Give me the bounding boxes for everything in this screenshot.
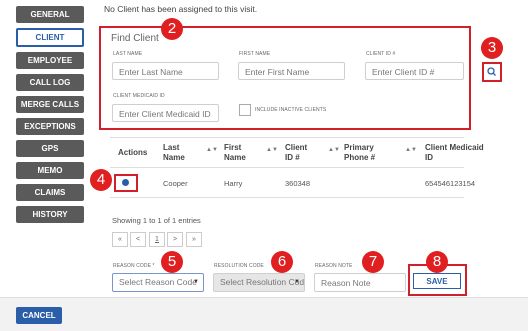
pagination-prev[interactable]: < xyxy=(130,232,146,247)
resolution-code-select[interactable]: Select Resolution Code ▼ xyxy=(213,273,305,292)
reason-note-input[interactable]: Reason Note xyxy=(314,273,406,292)
callout-badge: 3 xyxy=(481,37,503,59)
last-name-input[interactable]: Enter Last Name xyxy=(112,62,219,80)
col-header-actions: Actions xyxy=(118,148,148,157)
callout-badge: 7 xyxy=(362,251,384,273)
search-button[interactable] xyxy=(482,62,502,82)
sidebar-item-claims[interactable]: CLAIMS xyxy=(16,184,84,201)
callout-badge: 5 xyxy=(161,251,183,273)
find-client-title: Find Client xyxy=(111,33,159,44)
sidebar-item-gps[interactable]: GPS xyxy=(16,140,84,157)
sort-icon: ▲▼ xyxy=(206,147,218,153)
col-header-last-name[interactable]: Last Name xyxy=(163,143,185,163)
col-header-client-id[interactable]: Client ID # xyxy=(285,143,307,163)
medicaid-id-input[interactable]: Enter Client Medicaid ID xyxy=(112,104,219,122)
reason-code-label: REASON CODE * xyxy=(113,263,155,269)
include-inactive-label: INCLUDE INACTIVE CLIENTS xyxy=(255,107,327,113)
first-name-label: FIRST NAME xyxy=(239,51,271,57)
cancel-button[interactable]: CANCEL xyxy=(16,307,62,324)
sidebar-item-history[interactable]: HISTORY xyxy=(16,206,84,223)
caret-down-icon: ▼ xyxy=(193,279,199,285)
cell-medicaid-id: 654546123154 xyxy=(425,179,476,188)
callout-badge: 4 xyxy=(90,169,112,191)
cell-client-id: 360348 xyxy=(285,179,311,188)
sidebar-item-general[interactable]: GENERAL xyxy=(16,6,84,23)
cell-first-name: Harry xyxy=(224,179,243,188)
last-name-label: LAST NAME xyxy=(113,51,143,57)
pagination-first[interactable]: « xyxy=(112,232,128,247)
search-icon xyxy=(487,67,496,76)
client-id-label: CLIENT ID # xyxy=(366,51,396,57)
pagination-page-1[interactable]: 1 xyxy=(149,232,165,247)
select-client-button[interactable] xyxy=(114,174,138,192)
pagination-last[interactable]: » xyxy=(186,232,202,247)
sidebar-item-exceptions[interactable]: EXCEPTIONS xyxy=(16,118,84,135)
first-name-input[interactable]: Enter First Name xyxy=(238,62,345,80)
sidebar-item-merge-calls[interactable]: MERGE CALLS xyxy=(16,96,84,113)
col-header-primary-phone[interactable]: Primary Phone # xyxy=(344,143,375,163)
no-client-notice: No Client has been assigned to this visi… xyxy=(104,4,258,14)
pagination-next[interactable]: > xyxy=(167,232,183,247)
table-header-divider xyxy=(110,167,464,168)
sidebar-item-employee[interactable]: EMPLOYEE xyxy=(16,52,84,69)
callout-badge: 6 xyxy=(271,251,293,273)
save-button[interactable]: SAVE xyxy=(413,273,461,289)
sort-icon: ▲▼ xyxy=(266,147,278,153)
entries-info: Showing 1 to 1 of 1 entries xyxy=(112,216,201,225)
sidebar-item-call-log[interactable]: CALL LOG xyxy=(16,74,84,91)
medicaid-id-label: CLIENT MEDICAID ID xyxy=(113,93,165,99)
footer-bar xyxy=(0,297,528,331)
sort-icon: ▲▼ xyxy=(328,147,340,153)
reason-code-select[interactable]: Select Reason Code ▼ xyxy=(112,273,204,292)
col-header-medicaid-id[interactable]: Client Medicaid ID xyxy=(425,143,484,163)
callout-badge: 2 xyxy=(161,18,183,40)
sort-icon: ▲▼ xyxy=(405,147,417,153)
radio-dot-icon xyxy=(122,179,129,186)
cell-last-name: Cooper xyxy=(163,179,188,188)
sidebar-item-memo[interactable]: MEMO xyxy=(16,162,84,179)
table-top-divider xyxy=(110,137,464,138)
callout-badge: 8 xyxy=(426,251,448,273)
resolution-code-label: RESOLUTION CODE xyxy=(214,263,264,269)
table-bottom-divider xyxy=(110,197,464,198)
include-inactive-checkbox[interactable] xyxy=(239,104,251,116)
col-header-first-name[interactable]: First Name xyxy=(224,143,246,163)
sidebar-item-client[interactable]: CLIENT xyxy=(16,28,84,47)
caret-down-icon: ▼ xyxy=(294,279,300,285)
client-id-input[interactable]: Enter Client ID # xyxy=(365,62,464,80)
reason-note-label: REASON NOTE xyxy=(315,263,353,269)
